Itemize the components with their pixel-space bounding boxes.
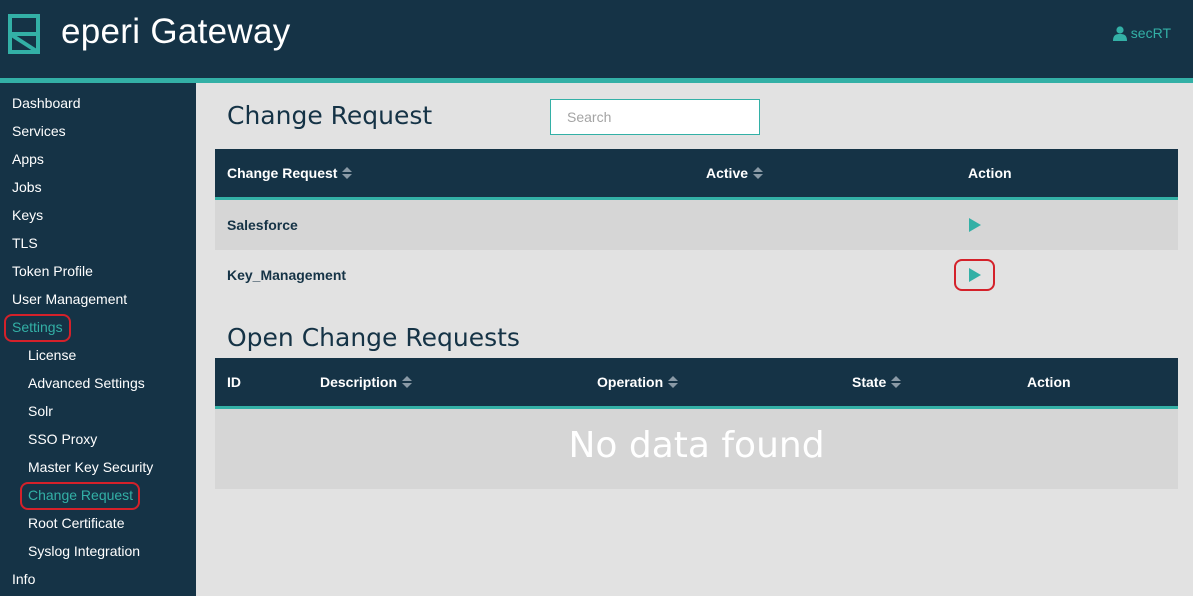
sidebar-item-user-management[interactable]: User Management — [12, 289, 127, 309]
column-header-description[interactable]: Description — [320, 358, 413, 406]
username-label: secRT — [1130, 25, 1171, 41]
sidebar-item-syslog-integration[interactable]: Syslog Integration — [28, 541, 140, 561]
app-header: eperi Gateway secRT — [0, 0, 1193, 78]
sort-icon — [402, 376, 413, 388]
sort-icon — [753, 167, 764, 179]
user-icon — [1112, 25, 1127, 41]
sidebar-item-change-request[interactable]: Change Request — [28, 485, 133, 505]
sidebar-item-services[interactable]: Services — [12, 121, 66, 141]
row-name: Salesforce — [227, 217, 298, 233]
column-header-state[interactable]: State — [852, 358, 902, 406]
column-header-action: Action — [968, 165, 1012, 181]
app-title: eperi Gateway — [61, 12, 291, 51]
open-requests-table-header: ID Description Operation State Action — [215, 358, 1178, 409]
table-row: Key_Management — [215, 250, 1178, 300]
column-label: Change Request — [227, 165, 338, 181]
search-input[interactable] — [550, 99, 760, 135]
column-header-id: ID — [227, 374, 241, 390]
column-label: State — [852, 374, 887, 390]
sidebar-item-token-profile[interactable]: Token Profile — [12, 261, 93, 281]
column-label: Operation — [597, 374, 664, 390]
sidebar-item-info[interactable]: Info — [12, 569, 35, 589]
sort-icon — [342, 167, 353, 179]
eperi-logo-icon — [8, 14, 40, 54]
play-icon[interactable] — [969, 218, 981, 232]
sidebar-item-solr[interactable]: Solr — [28, 401, 53, 421]
open-requests-title: Open Change Requests — [227, 323, 520, 352]
sidebar-item-sso-proxy[interactable]: SSO Proxy — [28, 429, 97, 449]
sort-icon — [668, 376, 679, 388]
sidebar-item-root-certificate[interactable]: Root Certificate — [28, 513, 124, 533]
table-row: Salesforce — [215, 200, 1178, 250]
column-label: Description — [320, 374, 398, 390]
sidebar-item-keys[interactable]: Keys — [12, 205, 43, 225]
column-header-operation[interactable]: Operation — [597, 358, 679, 406]
empty-state-message: No data found — [215, 409, 1178, 489]
column-header-action: Action — [1027, 374, 1071, 390]
sidebar-item-master-key-security[interactable]: Master Key Security — [28, 457, 153, 477]
sidebar-item-jobs[interactable]: Jobs — [12, 177, 42, 197]
sidebar-item-advanced-settings[interactable]: Advanced Settings — [28, 373, 145, 393]
change-request-title: Change Request — [227, 101, 433, 130]
sidebar-item-settings[interactable]: Settings — [12, 317, 63, 337]
column-label: Active — [706, 165, 749, 181]
sidebar-item-license[interactable]: License — [28, 345, 76, 365]
column-header-change-request[interactable]: Change Request — [227, 149, 353, 197]
sort-icon — [891, 376, 902, 388]
row-name: Key_Management — [227, 267, 347, 283]
sidebar-item-dashboard[interactable]: Dashboard — [12, 93, 81, 113]
sidebar-item-tls[interactable]: TLS — [12, 233, 38, 253]
user-menu[interactable]: secRT — [1112, 25, 1171, 41]
change-request-table-header: Change Request Active Action — [215, 149, 1178, 200]
sidebar-item-apps[interactable]: Apps — [12, 149, 44, 169]
column-header-active[interactable]: Active — [706, 149, 764, 197]
play-icon[interactable] — [969, 268, 981, 282]
